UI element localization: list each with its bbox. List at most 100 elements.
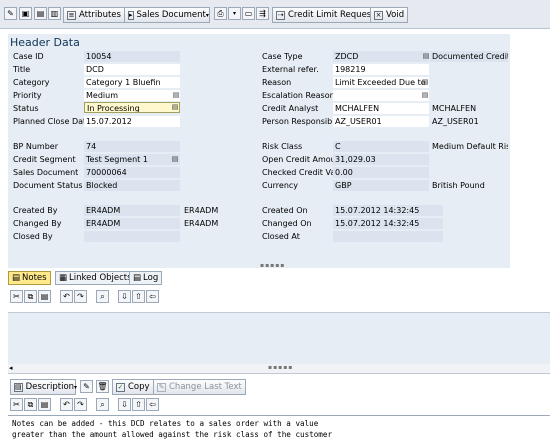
horizontal-scrollbar[interactable]: ◂ ▪▪▪▪▪ bbox=[8, 364, 550, 374]
redo-icon[interactable]: ↷ bbox=[74, 290, 87, 303]
undo-icon[interactable]: ↶ bbox=[60, 398, 73, 411]
credit-analyst-desc: MCHALFEN bbox=[432, 104, 477, 113]
note-text-editor[interactable]: Notes can be added - this DCD relates to… bbox=[8, 415, 550, 448]
person-responsible-field[interactable]: AZ_USER01 bbox=[333, 116, 429, 127]
scroll-left-icon[interactable]: ◂ bbox=[9, 364, 13, 372]
forward-icon[interactable]: ⇶ bbox=[256, 7, 269, 20]
changed-by-desc: ER4ADM bbox=[184, 219, 219, 228]
category-field[interactable]: Category 1 Bluefin bbox=[84, 77, 180, 88]
notes-icon[interactable]: ▥ bbox=[48, 7, 61, 20]
copy-button-label: Copy bbox=[128, 382, 150, 392]
priority-dropdown-icon[interactable]: ▤ bbox=[172, 91, 180, 100]
risk-class-label: Risk Class bbox=[262, 142, 303, 151]
reason-dropdown-icon[interactable]: ▤ bbox=[421, 78, 429, 87]
print-icon[interactable]: ⎙ bbox=[214, 7, 227, 20]
attributes-button[interactable]: ≡ Attributes bbox=[63, 7, 125, 23]
edit-text-icon[interactable]: ✎ bbox=[80, 380, 93, 393]
bp-number-value: 74 bbox=[84, 141, 180, 152]
title-field[interactable]: DCD bbox=[84, 64, 180, 75]
tab-log[interactable]: ▤ Log bbox=[129, 271, 163, 285]
closed-at-value bbox=[333, 231, 443, 242]
import-icon[interactable]: ⇦ bbox=[146, 290, 159, 303]
case-id-value: 10054 bbox=[84, 51, 180, 62]
splitter-handle[interactable]: ▪▪▪▪▪ bbox=[268, 364, 293, 371]
copy-icon[interactable]: ⧉ bbox=[24, 398, 37, 411]
log-tab-icon: ▤ bbox=[133, 273, 142, 283]
pencil-icon[interactable]: ✎ bbox=[4, 7, 17, 20]
tab-linked-objects[interactable]: ▦ Linked Objects bbox=[55, 271, 136, 285]
paste-icon[interactable]: ▤ bbox=[38, 398, 51, 411]
status-label: Status bbox=[13, 104, 39, 113]
external-ref-field[interactable]: 198219 bbox=[333, 64, 429, 75]
document-status-value: Blocked bbox=[84, 180, 180, 191]
created-on-value: 15.07.2012 14:32:45 bbox=[333, 205, 443, 216]
notes-tab-icon: ▤ bbox=[12, 273, 21, 283]
person-responsible-label: Person Responsible bbox=[262, 117, 340, 126]
bp-number-label: BP Number bbox=[13, 142, 58, 151]
void-button[interactable]: × Void bbox=[370, 7, 409, 23]
delete-text-icon[interactable]: 🗑 bbox=[96, 380, 109, 393]
attributes-icon: ≡ bbox=[67, 10, 76, 20]
currency-label: Currency bbox=[262, 181, 299, 190]
panel-resize-handle[interactable]: ▪▪▪▪▪ bbox=[260, 262, 285, 269]
risk-class-value: C bbox=[333, 141, 429, 152]
open-credit-amount-value: 31,029.03 bbox=[333, 154, 429, 165]
download-icon[interactable]: ⇩ bbox=[118, 398, 131, 411]
copy-icon[interactable]: ⧉ bbox=[24, 290, 37, 303]
download-icon[interactable]: ⇩ bbox=[118, 290, 131, 303]
export-icon[interactable]: ⇧ bbox=[132, 290, 145, 303]
person-responsible-desc: AZ_USER01 bbox=[432, 117, 479, 126]
save-icon[interactable]: ▣ bbox=[19, 7, 32, 20]
created-by-label: Created By bbox=[13, 206, 58, 215]
credit-analyst-field[interactable]: MCHALFEN bbox=[333, 103, 429, 114]
closed-by-value bbox=[84, 231, 180, 242]
external-ref-label: External refer. bbox=[262, 65, 319, 74]
changed-by-label: Changed By bbox=[13, 219, 62, 228]
risk-class-desc: Medium Default Risk bbox=[432, 142, 508, 151]
case-id-label: Case ID bbox=[13, 52, 44, 61]
document-status-label: Document Status bbox=[13, 181, 83, 190]
created-on-label: Created On bbox=[262, 206, 308, 215]
status-dropdown-icon[interactable]: ▤ bbox=[171, 103, 179, 112]
cut-icon[interactable]: ✂ bbox=[10, 398, 23, 411]
reason-label: Reason bbox=[262, 78, 292, 87]
credit-limit-request-label: Credit Limit Request bbox=[288, 10, 375, 20]
dropdown-icon[interactable]: ▾ bbox=[228, 7, 241, 20]
escalation-reason-field[interactable] bbox=[333, 90, 429, 101]
undo-icon[interactable]: ↶ bbox=[60, 290, 73, 303]
change-last-text-button[interactable]: ✎ Change Last Text bbox=[153, 379, 246, 395]
document-icon[interactable]: ▤ bbox=[34, 7, 47, 20]
paste-icon[interactable]: ▤ bbox=[38, 290, 51, 303]
cut-icon[interactable]: ✂ bbox=[10, 290, 23, 303]
currency-desc: British Pound bbox=[432, 181, 485, 190]
header-title: Header Data bbox=[10, 36, 80, 49]
dropdown-icon: ▾ bbox=[205, 11, 209, 19]
export-icon[interactable]: ⇧ bbox=[132, 398, 145, 411]
status-field[interactable]: In Processing bbox=[84, 102, 180, 113]
planned-close-date-label: Planned Close Date bbox=[13, 117, 92, 126]
monitor-icon[interactable]: ▭ bbox=[242, 7, 255, 20]
redo-icon[interactable]: ↷ bbox=[74, 398, 87, 411]
tab-notes[interactable]: ▤ Notes bbox=[8, 271, 51, 285]
credit-limit-request-button[interactable]: ⇢ Credit Limit Request bbox=[272, 7, 379, 23]
reason-field[interactable]: Limit Exceeded Due to bbox=[333, 77, 429, 88]
sales-document-button[interactable]: ▸ Sales Document ▾ bbox=[124, 7, 210, 23]
closed-at-label: Closed At bbox=[262, 232, 300, 241]
planned-close-date-field[interactable]: 15.07.2012 bbox=[84, 116, 180, 127]
title-label: Title bbox=[13, 65, 31, 74]
description-dropdown[interactable]: ▤ Description ▾ bbox=[10, 379, 77, 395]
escalation-reason-dropdown-icon[interactable]: ▤ bbox=[421, 91, 429, 100]
find-icon[interactable]: ⌕ bbox=[96, 290, 109, 303]
pencil-icon: ✎ bbox=[157, 382, 166, 392]
description-label: Description bbox=[25, 382, 75, 392]
credit-segment-label: Credit Segment bbox=[13, 155, 76, 164]
copy-button[interactable]: ✓ Copy bbox=[112, 379, 154, 395]
notes-grid-toolbar: ✂ ⧉ ▤ ↶ ↷ ⌕ ⇩ ⇧ ⇦ bbox=[8, 288, 550, 306]
case-type-dropdown-icon[interactable]: ▤ bbox=[422, 52, 430, 61]
import-icon[interactable]: ⇦ bbox=[146, 398, 159, 411]
credit-segment-icon[interactable]: ▤ bbox=[171, 155, 179, 164]
tab-linked-objects-label: Linked Objects bbox=[69, 273, 132, 283]
find-icon[interactable]: ⌕ bbox=[96, 398, 109, 411]
case-type-desc: Documented Credit I bbox=[430, 51, 508, 62]
priority-field[interactable]: Medium bbox=[84, 90, 180, 101]
